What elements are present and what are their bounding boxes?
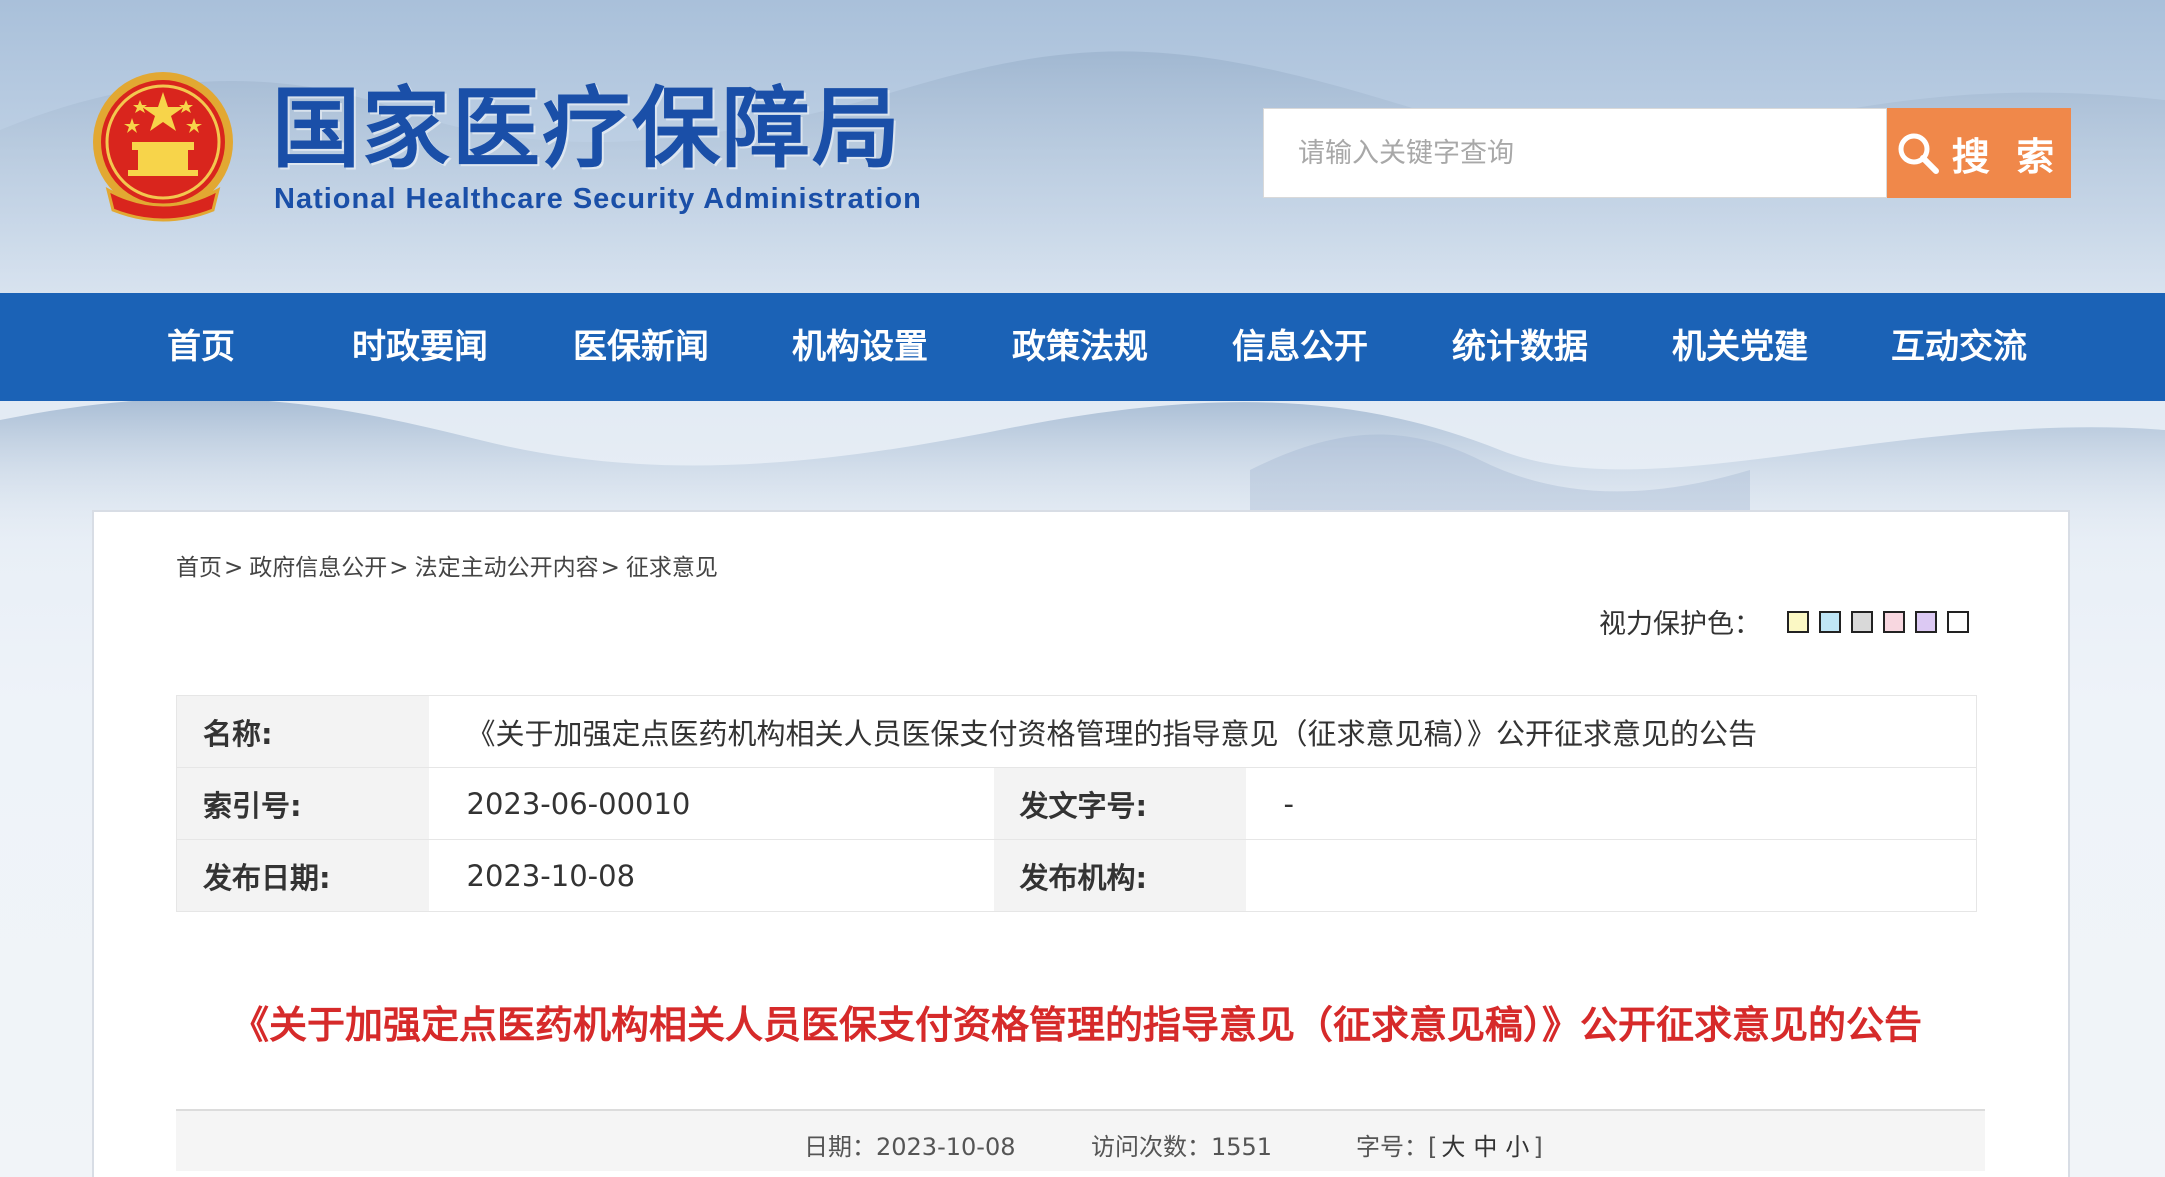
font-size-medium-button[interactable]: 中 — [1473, 1133, 1497, 1161]
site-header: 国家医疗保障局 National Healthcare Security Adm… — [0, 0, 2165, 293]
meta-key-org: 发布机构: — [993, 839, 1246, 912]
meta-value-index: 2023-06-00010 — [428, 767, 994, 840]
nav-item-interaction[interactable]: 互动交流 — [1891, 293, 2027, 401]
nav-item-healthcare-news[interactable]: 医保新闻 — [573, 293, 709, 401]
breadcrumb-separator: > — [600, 555, 620, 581]
breadcrumb: 首页> 政府信息公开> 法定主动公开内容> 征求意见 — [176, 548, 718, 582]
search-box — [1263, 108, 1887, 198]
nav-item-information-disclosure[interactable]: 信息公开 — [1232, 293, 1368, 401]
site-subtitle: National Healthcare Security Administrat… — [274, 183, 922, 215]
article-info-bar: 日期：2023-10-08 访问次数：1551 字号：[大中小] — [176, 1109, 1985, 1171]
visit-count-value: 1551 — [1211, 1133, 1273, 1161]
publish-date-value: 2023-10-08 — [876, 1133, 1016, 1161]
table-row: 名称: 《关于加强定点医药机构相关人员医保支付资格管理的指导意见（征求意见稿）》… — [176, 695, 1977, 768]
color-swatch-purple[interactable] — [1915, 610, 1937, 633]
font-size-control: 字号：[大中小] — [1356, 1127, 1543, 1162]
font-size-label: 字号：[ — [1356, 1133, 1438, 1161]
national-emblem-logo — [88, 70, 238, 225]
breadcrumb-separator: > — [389, 555, 409, 581]
font-size-large-button[interactable]: 大 — [1441, 1133, 1465, 1161]
breadcrumb-home[interactable]: 首页 — [176, 555, 222, 581]
eye-care-label: 视力保护色： — [1599, 609, 1761, 640]
breadcrumb-separator: > — [224, 555, 244, 581]
color-swatch-pink[interactable] — [1883, 610, 1905, 633]
publish-date-label: 日期： — [804, 1133, 876, 1161]
nav-item-organization[interactable]: 机构设置 — [792, 293, 928, 401]
main-navigation: 首页 时政要闻 医保新闻 机构设置 政策法规 信息公开 统计数据 机关党建 互动… — [0, 293, 2165, 401]
color-swatch-blue[interactable] — [1819, 610, 1841, 633]
meta-key-index: 索引号: — [176, 767, 429, 840]
visit-count: 访问次数：1551 — [1091, 1127, 1272, 1162]
search-button[interactable]: 搜 索 — [1887, 108, 2071, 198]
publish-date: 日期：2023-10-08 — [804, 1127, 1015, 1162]
breadcrumb-consultation[interactable]: 征求意见 — [626, 555, 718, 581]
search-icon — [1896, 131, 1940, 175]
meta-value-date: 2023-10-08 — [428, 839, 994, 912]
site-title: 国家医疗保障局 — [272, 76, 903, 180]
meta-key-name: 名称: — [176, 695, 429, 768]
nav-item-home[interactable]: 首页 — [167, 293, 235, 401]
table-row: 索引号: 2023-06-00010 发文字号: - — [176, 767, 1977, 840]
color-swatch-yellow[interactable] — [1787, 610, 1809, 633]
nav-item-policies[interactable]: 政策法规 — [1012, 293, 1148, 401]
search-input[interactable] — [1264, 109, 1886, 197]
nav-item-current-affairs[interactable]: 时政要闻 — [352, 293, 488, 401]
meta-value-org — [1245, 839, 1977, 912]
breadcrumb-gov-info[interactable]: 政府信息公开 — [249, 555, 387, 581]
document-metadata-table: 名称: 《关于加强定点医药机构相关人员医保支付资格管理的指导意见（征求意见稿）》… — [176, 695, 1977, 912]
color-swatch-gray[interactable] — [1851, 610, 1873, 633]
article-title: 《关于加强定点医药机构相关人员医保支付资格管理的指导意见（征求意见稿）》公开征求… — [230, 1003, 1922, 1047]
font-size-bracket: ] — [1533, 1133, 1543, 1161]
nav-item-statistics[interactable]: 统计数据 — [1452, 293, 1588, 401]
meta-key-date: 发布日期: — [176, 839, 429, 912]
color-swatch-white[interactable] — [1947, 610, 1969, 633]
meta-value-doc-no: - — [1245, 767, 1977, 840]
font-size-small-button[interactable]: 小 — [1505, 1133, 1529, 1161]
content-panel: 首页> 政府信息公开> 法定主动公开内容> 征求意见 视力保护色： 名称: 《关于加强… — [92, 510, 2070, 1177]
visit-count-label: 访问次数： — [1091, 1133, 1211, 1161]
nav-item-party-building[interactable]: 机关党建 — [1672, 293, 1808, 401]
table-row: 发布日期: 2023-10-08 发布机构: — [176, 839, 1977, 912]
meta-key-doc-no: 发文字号: — [993, 767, 1246, 840]
search-button-label: 搜 索 — [1951, 136, 2063, 179]
breadcrumb-statutory-content[interactable]: 法定主动公开内容 — [415, 555, 599, 581]
eye-care-color-picker: 视力保护色： — [1599, 602, 1969, 641]
meta-value-name: 《关于加强定点医药机构相关人员医保支付资格管理的指导意见（征求意见稿）》公开征求… — [428, 695, 1977, 768]
